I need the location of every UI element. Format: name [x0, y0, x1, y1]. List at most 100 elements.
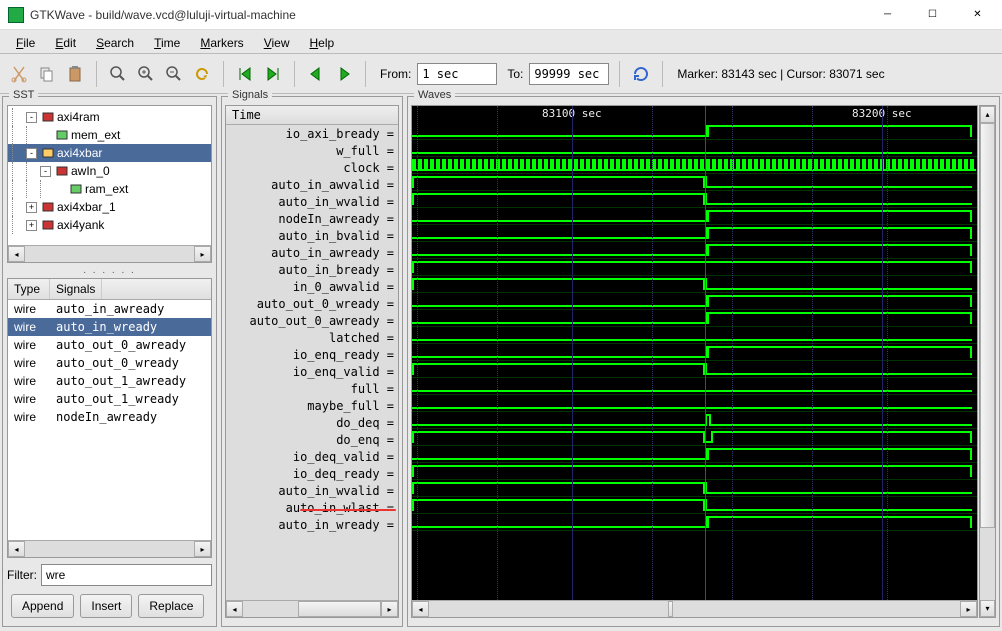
list-item[interactable]: auto_out_0_awready = [226, 312, 398, 329]
tree-item[interactable]: -axi4xbar [8, 144, 211, 162]
tree-item[interactable]: ram_ext [8, 180, 211, 198]
list-item[interactable]: auto_out_0_wready = [226, 295, 398, 312]
window-title: GTKWave - build/wave.vcd@luluji-virtual-… [30, 8, 865, 22]
list-item[interactable]: clock = [226, 159, 398, 176]
list-item[interactable]: auto_in_wvalid = [226, 482, 398, 499]
col-type[interactable]: Type [8, 279, 50, 299]
list-item[interactable]: auto_in_bready = [226, 261, 398, 278]
list-item[interactable]: maybe_full = [226, 397, 398, 414]
list-item[interactable]: io_axi_bready = [226, 125, 398, 142]
hscroll-track[interactable] [429, 601, 960, 617]
zoom-undo-icon[interactable] [191, 63, 213, 85]
replace-button[interactable]: Replace [138, 594, 204, 618]
close-button[interactable]: ✕ [955, 0, 1000, 29]
list-item[interactable]: w_full = [226, 142, 398, 159]
list-item[interactable]: auto_in_wvalid = [226, 193, 398, 210]
menu-time[interactable]: Time [144, 33, 190, 53]
table-row[interactable]: wireauto_in_awready [8, 300, 211, 318]
list-item[interactable]: io_deq_valid = [226, 448, 398, 465]
append-button[interactable]: Append [11, 594, 74, 618]
col-signals[interactable]: Signals [50, 279, 102, 299]
table-row[interactable]: wireauto_out_0_wready [8, 354, 211, 372]
signals-label: Signals [228, 89, 272, 101]
vscroll-thumb[interactable] [980, 123, 995, 528]
next-edge-icon[interactable] [333, 63, 355, 85]
table-row[interactable]: wirenodeIn_awready [8, 408, 211, 426]
menu-view[interactable]: View [254, 33, 300, 53]
filter-input[interactable] [41, 564, 212, 586]
minimize-button[interactable]: ─ [865, 0, 910, 29]
list-item[interactable]: auto_in_bvalid = [226, 227, 398, 244]
list-item[interactable]: nodeIn_awready = [226, 210, 398, 227]
list-item[interactable]: auto_in_awready = [226, 244, 398, 261]
scroll-right-icon[interactable]: ▸ [960, 601, 977, 617]
menu-help[interactable]: Help [300, 33, 345, 53]
scroll-right-icon[interactable]: ▸ [194, 246, 211, 262]
paste-icon[interactable] [64, 63, 86, 85]
scroll-left-icon[interactable]: ◂ [412, 601, 429, 617]
zoom-in-icon[interactable] [135, 63, 157, 85]
sst-panel: SST -axi4rammem_ext-axi4xbar-awIn_0ram_e… [2, 96, 217, 627]
scroll-up-icon[interactable]: ▴ [980, 106, 995, 123]
from-label: From: [380, 67, 411, 81]
zoom-out-icon[interactable] [163, 63, 185, 85]
sst-label: SST [9, 89, 38, 101]
from-input[interactable] [417, 63, 497, 85]
waves-canvas[interactable]: 83100 sec83200 sec ◂ ▸ [411, 105, 978, 618]
hierarchy-tree[interactable]: -axi4rammem_ext-axi4xbar-awIn_0ram_ext+a… [8, 106, 211, 236]
list-item[interactable]: auto_in_wready = [226, 516, 398, 533]
table-row[interactable]: wireauto_out_0_awready [8, 336, 211, 354]
prev-edge-icon[interactable] [305, 63, 327, 85]
list-item[interactable]: io_deq_ready = [226, 465, 398, 482]
list-item[interactable]: io_enq_ready = [226, 346, 398, 363]
to-label: To: [507, 67, 523, 81]
tree-item[interactable]: -awIn_0 [8, 162, 211, 180]
tree-item[interactable]: mem_ext [8, 126, 211, 144]
scroll-left-icon[interactable]: ◂ [8, 246, 25, 262]
signals-panel: Signals Time io_axi_bready =w_full =cloc… [221, 96, 403, 627]
table-row[interactable]: wireauto_out_1_wready [8, 390, 211, 408]
list-item[interactable]: do_deq = [226, 414, 398, 431]
list-item[interactable]: io_enq_valid = [226, 363, 398, 380]
signal-table[interactable]: wireauto_in_awreadywireauto_in_wreadywir… [8, 300, 211, 540]
cut-icon[interactable] [8, 63, 30, 85]
hscroll-track[interactable] [25, 541, 194, 557]
list-item[interactable]: in_0_awvalid = [226, 278, 398, 295]
menu-search[interactable]: Search [86, 33, 144, 53]
list-item[interactable]: auto_in_wlast = [226, 499, 398, 516]
copy-icon[interactable] [36, 63, 58, 85]
goto-end-icon[interactable] [262, 63, 284, 85]
list-item[interactable]: do_enq = [226, 431, 398, 448]
menu-markers[interactable]: Markers [190, 33, 253, 53]
table-row[interactable]: wireauto_in_wready [8, 318, 211, 336]
scroll-left-icon[interactable]: ◂ [8, 541, 25, 557]
scroll-right-icon[interactable]: ▸ [194, 541, 211, 557]
insert-button[interactable]: Insert [80, 594, 132, 618]
scroll-down-icon[interactable]: ▾ [980, 600, 995, 617]
zoom-fit-icon[interactable] [107, 63, 129, 85]
maximize-button[interactable]: ☐ [910, 0, 955, 29]
hscroll-track[interactable] [25, 246, 194, 262]
goto-start-icon[interactable] [234, 63, 256, 85]
to-input[interactable] [529, 63, 609, 85]
hscroll-thumb[interactable] [668, 601, 673, 617]
hscroll-thumb[interactable] [298, 601, 381, 617]
splitter-handle[interactable]: . . . . . . [3, 265, 216, 276]
list-item[interactable]: auto_in_awvalid = [226, 176, 398, 193]
list-item[interactable]: full = [226, 380, 398, 397]
scroll-right-icon[interactable]: ▸ [381, 601, 398, 617]
reload-icon[interactable] [630, 63, 652, 85]
toolbar: From: To: Marker: 83143 sec | Cursor: 83… [0, 54, 1002, 94]
hscroll-track[interactable] [243, 601, 381, 617]
menu-edit[interactable]: Edit [45, 33, 86, 53]
vscroll-track[interactable] [980, 123, 995, 600]
tree-item[interactable]: +axi4yank [8, 216, 211, 234]
time-header: Time [226, 106, 398, 125]
tree-item[interactable]: -axi4ram [8, 108, 211, 126]
signal-list[interactable]: io_axi_bready =w_full =clock =auto_in_aw… [226, 125, 398, 600]
scroll-left-icon[interactable]: ◂ [226, 601, 243, 617]
tree-item[interactable]: +axi4xbar_1 [8, 198, 211, 216]
table-row[interactable]: wireauto_out_1_awready [8, 372, 211, 390]
menu-file[interactable]: File [6, 33, 45, 53]
list-item[interactable]: latched = [226, 329, 398, 346]
